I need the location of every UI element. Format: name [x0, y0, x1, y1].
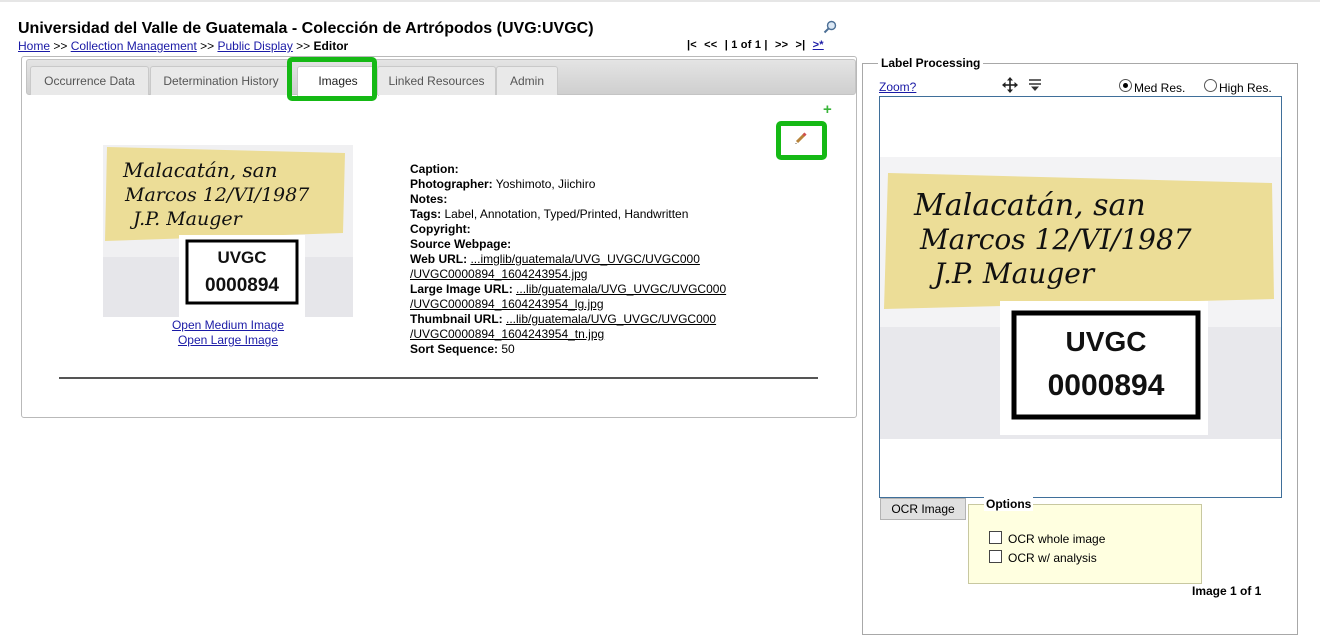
open-image-links: Open Medium Image Open Large Image	[103, 318, 353, 348]
image-metadata: Caption: Photographer: Yoshimoto, Jiichi…	[410, 162, 740, 357]
source-webpage-label: Source Webpage:	[410, 237, 512, 251]
ocr-analysis-label: OCR w/ analysis	[1008, 551, 1097, 565]
ocr-image-button[interactable]: OCR Image	[880, 498, 966, 520]
zoom-help-link[interactable]: Zoom?	[879, 80, 916, 94]
photographer-value: Yoshimoto, Jiichiro	[492, 177, 596, 191]
tags-label: Tags:	[410, 207, 442, 221]
web-url-label: Web URL:	[410, 252, 468, 266]
ocr-whole-image-label: OCR whole image	[1008, 532, 1106, 546]
images-tab-highlight	[287, 57, 377, 101]
large-url-link-line2[interactable]: /UVGC0000894_1604243954_lg.jpg	[410, 297, 604, 311]
copyright-label: Copyright:	[410, 222, 471, 236]
web-url-link-line1[interactable]: ...imglib/guatemala/UVG_UVGC/UVGC000	[470, 252, 699, 266]
pager-position: | 1 of 1 |	[724, 39, 768, 51]
ocr-whole-image-checkbox[interactable]	[989, 531, 1002, 544]
pager-next-button[interactable]: >>	[775, 39, 788, 51]
med-res-label: Med Res.	[1134, 81, 1186, 95]
breadcrumb-separator: >>	[196, 39, 218, 53]
label-processing-legend: Label Processing	[878, 56, 984, 70]
label-image-viewer[interactable]: Malacatán, san Marcos 12/VI/1987 J.P. Ma…	[879, 96, 1282, 498]
ocr-analysis-checkbox[interactable]	[989, 550, 1002, 563]
large-label-line3: J.P. Mauger	[929, 257, 1096, 290]
thumb-label-line2: Marcos 12/VI/1987	[124, 184, 310, 206]
thumb-catalog-number: 0000894	[205, 275, 279, 296]
specimen-thumbnail-image[interactable]: Malacatán, san Marcos 12/VI/1987 J.P. Ma…	[103, 145, 353, 317]
top-border	[0, 0, 1320, 2]
open-medium-image-link[interactable]: Open Medium Image	[172, 318, 284, 332]
high-res-label: High Res.	[1219, 81, 1272, 95]
large-label-line2: Marcos 12/VI/1987	[919, 223, 1192, 256]
web-url-link-line2[interactable]: /UVGC0000894_1604243954.jpg	[410, 267, 587, 281]
thumbnail-url-link-line2[interactable]: /UVGC0000894_1604243954_tn.jpg	[410, 327, 604, 341]
breadcrumb-public-display-link[interactable]: Public Display	[217, 39, 292, 53]
large-label-line1: Malacatán, san	[913, 188, 1146, 223]
notes-label: Notes:	[410, 192, 448, 206]
thumbnail-url-label: Thumbnail URL:	[410, 312, 503, 326]
page-title: Universidad del Valle de Guatemala - Col…	[18, 20, 594, 37]
record-pager: |< << | 1 of 1 | >> >| >*	[687, 39, 824, 51]
med-res-radio[interactable]	[1119, 79, 1132, 92]
breadcrumb: Home >> Collection Management >> Public …	[18, 39, 348, 53]
large-url-link-line1[interactable]: ...lib/guatemala/UVG_UVGC/UVGC000	[516, 282, 726, 296]
large-catalog-code: UVGC	[1066, 326, 1147, 357]
section-divider	[59, 377, 818, 379]
tab-bar: Occurrence Data Determination History Im…	[26, 59, 856, 96]
breadcrumb-separator: >>	[50, 39, 71, 53]
specimen-label-large-image[interactable]: Malacatán, san Marcos 12/VI/1987 J.P. Ma…	[880, 157, 1281, 439]
high-res-radio[interactable]	[1204, 79, 1217, 92]
tab-admin[interactable]: Admin	[496, 66, 558, 95]
thumb-label-line1: Malacatán, san	[122, 158, 277, 182]
sort-sequence-label: Sort Sequence:	[410, 342, 499, 356]
pager-last-button[interactable]: >|	[795, 39, 805, 51]
collapse-menu-icon[interactable]	[1028, 78, 1042, 92]
ocr-options-legend: Options	[984, 497, 1034, 511]
pager-new-record-link[interactable]: >*	[813, 39, 824, 51]
image-counter: Image 1 of 1	[1192, 584, 1262, 598]
open-large-image-link[interactable]: Open Large Image	[178, 333, 278, 347]
tab-determination-history[interactable]: Determination History	[150, 66, 292, 95]
breadcrumb-collection-management-link[interactable]: Collection Management	[71, 39, 197, 53]
pager-prev-button[interactable]: <<	[704, 39, 717, 51]
large-image-url-label: Large Image URL:	[410, 282, 513, 296]
tags-value: Label, Annotation, Typed/Printed, Handwr…	[441, 207, 689, 221]
thumb-catalog-code: UVGC	[217, 248, 266, 267]
photographer-label: Photographer:	[410, 177, 493, 191]
thumb-label-line3: J.P. Mauger	[129, 208, 244, 230]
sort-sequence-value: 50	[498, 342, 515, 356]
breadcrumb-separator: >>	[292, 39, 314, 53]
add-image-plus-icon[interactable]: +	[823, 102, 832, 117]
search-icon[interactable]	[823, 20, 837, 34]
breadcrumb-current: Editor	[313, 39, 349, 53]
caption-label: Caption:	[410, 162, 459, 176]
pager-first-button[interactable]: |<	[687, 39, 697, 51]
thumbnail-url-link-line1[interactable]: ...lib/guatemala/UVG_UVGC/UVGC000	[506, 312, 716, 326]
edit-pencil-icon[interactable]	[787, 129, 815, 147]
tab-linked-resources[interactable]: Linked Resources	[377, 66, 496, 95]
move-arrows-icon[interactable]	[1002, 77, 1018, 93]
breadcrumb-home-link[interactable]: Home	[18, 39, 50, 53]
large-catalog-number: 0000894	[1048, 369, 1165, 402]
tab-occurrence-data[interactable]: Occurrence Data	[30, 66, 149, 95]
